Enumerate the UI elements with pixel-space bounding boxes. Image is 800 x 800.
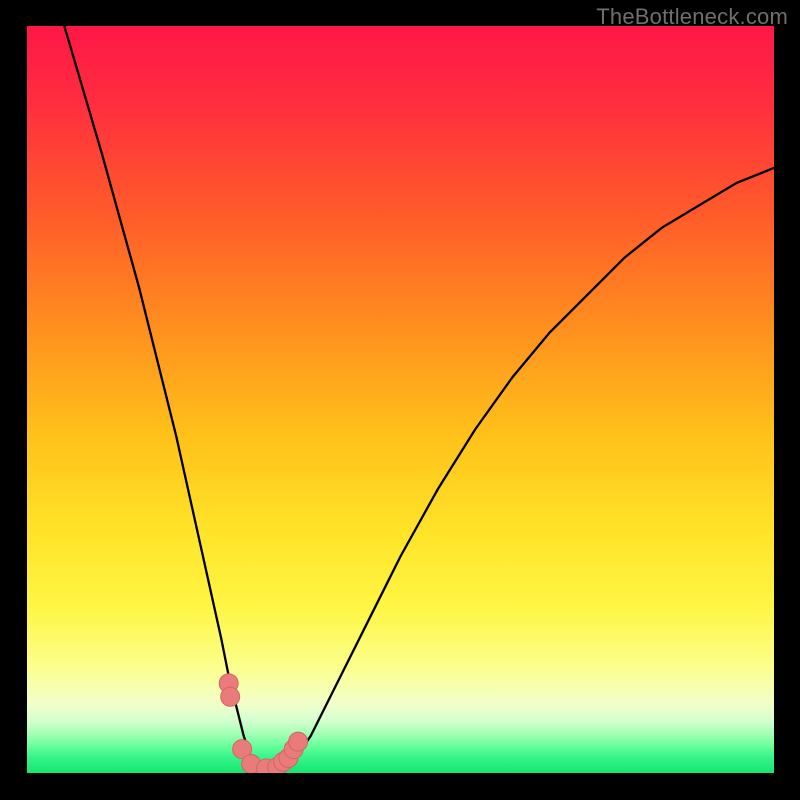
watermark-text: TheBottleneck.com: [596, 4, 788, 30]
data-marker: [221, 687, 240, 706]
chart-frame: TheBottleneck.com: [0, 0, 800, 800]
plot-area: [27, 26, 774, 773]
data-marker: [289, 732, 308, 751]
gradient-background: [27, 26, 774, 773]
chart-svg: [27, 26, 774, 773]
